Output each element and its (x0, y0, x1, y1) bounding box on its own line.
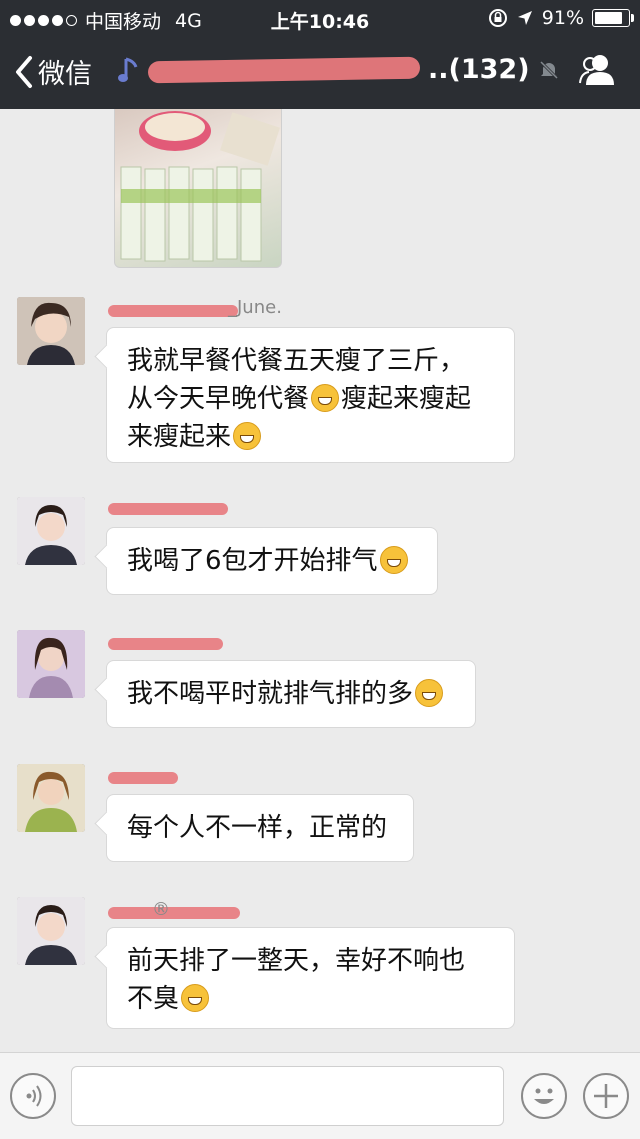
mute-bell-icon (539, 60, 558, 79)
message-line: 来瘦起来 (127, 418, 494, 456)
avatar[interactable] (17, 897, 85, 965)
input-bar (0, 1052, 640, 1139)
message-line: 不臭 (127, 980, 494, 1018)
message-line: 每个人不一样，正常的 (127, 813, 388, 843)
more-button[interactable] (583, 1073, 629, 1119)
avatar[interactable] (17, 297, 85, 365)
top-bar: 中国移动 4G 上午10:46 91% 微信 ..(132) (0, 0, 640, 109)
grin-emoji-icon (311, 384, 340, 412)
chat-area[interactable]: _June. 我就早餐代餐五天瘦了三斤， 从今天早晚代餐 瘦起来瘦起 来瘦起来 我… (0, 109, 640, 1050)
redacted-group-name (147, 56, 421, 83)
chat-title: ..(132) (118, 54, 560, 85)
avatar[interactable] (17, 630, 85, 698)
member-count: ..(132) (428, 54, 530, 85)
redacted-sender-name (108, 772, 178, 784)
battery-percent: 91% (541, 7, 584, 29)
image-message[interactable] (114, 109, 282, 268)
location-arrow-icon (517, 11, 532, 25)
product-photo (120, 111, 280, 262)
sender-name: _June. (228, 297, 282, 318)
music-note-icon (118, 57, 138, 82)
people-icon (579, 55, 614, 85)
smiley-icon (534, 1088, 554, 1104)
plus-icon (594, 1084, 618, 1108)
redacted-sender-name (108, 638, 223, 650)
voice-button[interactable] (10, 1073, 56, 1119)
message-bubble[interactable]: 我不喝平时就排气排的多 (106, 660, 476, 728)
chevron-left-icon (16, 55, 32, 88)
message-line: 前天排了一整天，幸好不响也 (127, 946, 466, 976)
emoji-button[interactable] (521, 1073, 567, 1119)
group-members-button[interactable] (578, 52, 618, 92)
redacted-sender-name (108, 907, 240, 919)
voice-icon (26, 1085, 42, 1107)
rotation-lock-icon (488, 9, 507, 27)
battery-icon (592, 9, 634, 27)
grin-emoji-icon (181, 984, 210, 1012)
message-bubble[interactable]: 我就早餐代餐五天瘦了三斤， 从今天早晚代餐 瘦起来瘦起 来瘦起来 (106, 327, 515, 463)
message-bubble[interactable]: 每个人不一样，正常的 (106, 794, 414, 862)
laughing-emoji-icon (415, 679, 444, 707)
back-label: 微信 (38, 59, 92, 90)
status-bar: 中国移动 4G 上午10:46 91% (0, 0, 640, 36)
message-input[interactable] (71, 1066, 504, 1126)
redacted-sender-name (108, 503, 228, 515)
thinking-emoji-icon (233, 422, 262, 450)
message-line: 从今天早晚代餐 瘦起来瘦起 (127, 384, 472, 414)
message-line: 我不喝平时就排气排的多 (127, 679, 414, 709)
avatar[interactable] (17, 764, 85, 832)
message-line: 我就早餐代餐五天瘦了三斤， (127, 346, 466, 376)
heart-eyes-emoji-icon (379, 546, 408, 574)
redacted-sender-name (108, 305, 238, 317)
message-bubble[interactable]: 前天排了一整天，幸好不响也 不臭 (106, 927, 515, 1029)
navigation-bar: 微信 ..(132) (0, 36, 640, 109)
back-button[interactable]: 微信 (14, 52, 92, 91)
message-line: 我喝了6包才开始排气 (127, 546, 378, 576)
message-bubble[interactable]: 我喝了6包才开始排气 (106, 527, 438, 595)
sender-name: ® (152, 899, 170, 920)
avatar[interactable] (17, 497, 85, 565)
